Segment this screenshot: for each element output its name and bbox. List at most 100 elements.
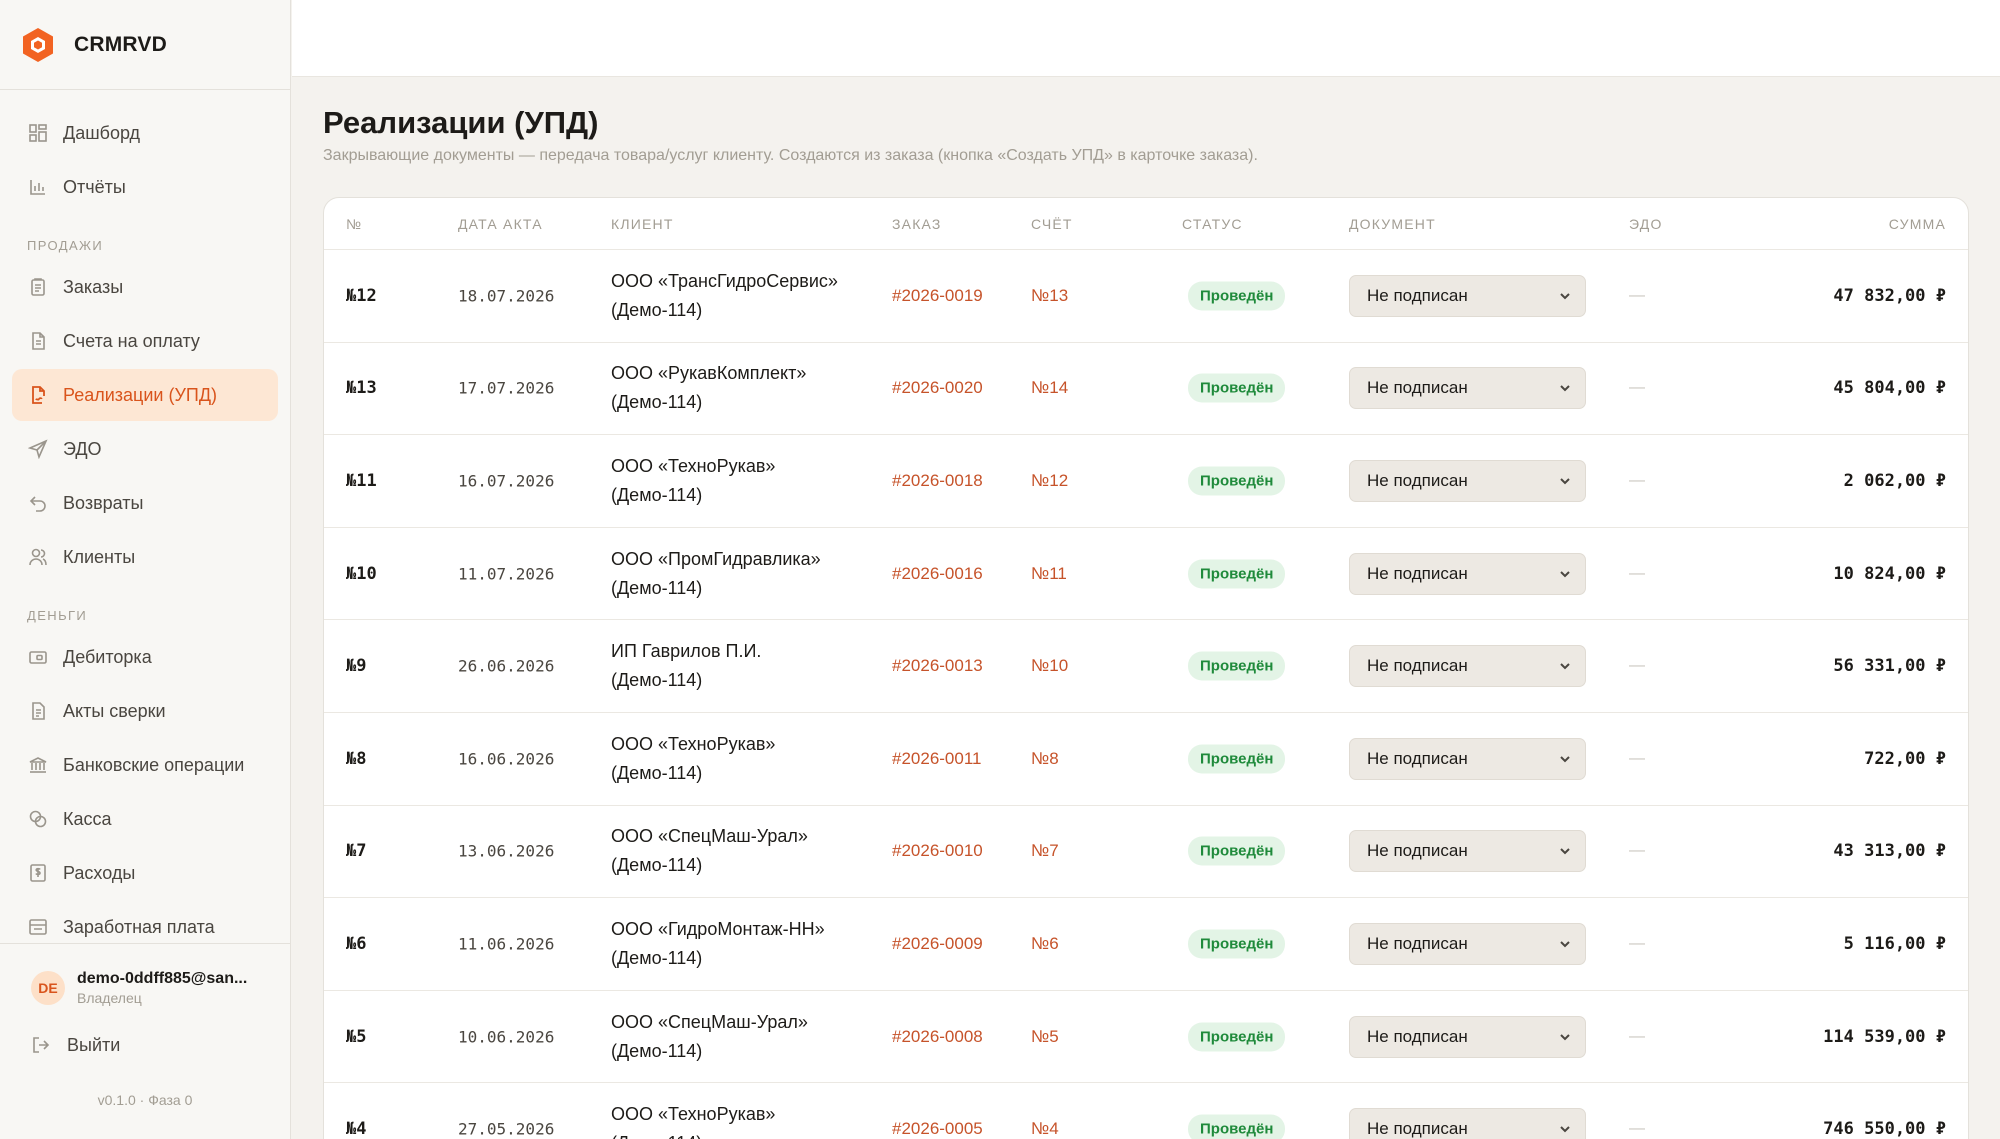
sidebar-item-dashboard[interactable]: Дашборд: [12, 107, 278, 159]
column-header-num[interactable]: №: [346, 216, 362, 232]
order-link[interactable]: #2026-0005: [892, 1119, 983, 1139]
document-status-select[interactable]: Не подписан: [1349, 737, 1586, 780]
document-status-select[interactable]: Не подписан: [1349, 367, 1586, 410]
column-header-sum[interactable]: СУММА: [1889, 216, 1946, 232]
sidebar-item-expenses[interactable]: Расходы: [12, 847, 278, 899]
brand[interactable]: CRMRVD: [0, 0, 290, 90]
status-badge: Проведён: [1188, 929, 1286, 959]
column-header-date[interactable]: ДАТА АКТА: [458, 216, 543, 232]
invoice-link[interactable]: №12: [1031, 471, 1068, 491]
order-link[interactable]: #2026-0009: [892, 934, 983, 954]
sidebar-item-upd[interactable]: Реализации (УПД): [12, 369, 278, 421]
client1-text: ООО «ГидроМонтаж-НН»: [611, 918, 825, 939]
sum-value: 45 804,00 ₽: [1833, 378, 1946, 399]
invoice-link[interactable]: №6: [1031, 934, 1059, 954]
sidebar-item-edo[interactable]: ЭДО: [12, 423, 278, 475]
table-row[interactable]: №8 16.06.2026 ООО «ТехноРукав» (Демо-114)…: [324, 713, 1968, 806]
column-header-invoice[interactable]: СЧЁТ: [1031, 216, 1073, 232]
sidebar: CRMRVD Дашборд Отчёты ПРОДАЖИ Заказы Сче…: [0, 0, 291, 1139]
column-header-edo[interactable]: ЭДО: [1629, 216, 1663, 232]
act-date: 11.07.2026: [458, 564, 555, 584]
table-row[interactable]: №5 10.06.2026 ООО «СпецМаш-Урал» (Демо-11…: [324, 991, 1968, 1084]
client-name: ООО «ПромГидравлика» (Демо-114): [611, 545, 821, 603]
invoice-link[interactable]: №14: [1031, 378, 1068, 398]
invoice-link[interactable]: №10: [1031, 656, 1068, 676]
sidebar-item-receivables[interactable]: Дебиторка: [12, 631, 278, 683]
column-header-status[interactable]: СТАТУС: [1182, 216, 1243, 232]
invoice-link[interactable]: №8: [1031, 749, 1059, 769]
sidebar-item-reconciliation[interactable]: Акты сверки: [12, 685, 278, 737]
invoice-link[interactable]: №13: [1031, 286, 1068, 306]
sidebar-item-returns[interactable]: Возвраты: [12, 477, 278, 529]
column-header-client[interactable]: КЛИЕНТ: [611, 216, 674, 232]
upd-number[interactable]: №11: [346, 471, 377, 491]
column-header-document[interactable]: ДОКУМЕНТ: [1349, 216, 1436, 232]
table-row[interactable]: №12 18.07.2026 ООО «ТрансГидроСервис» (Де…: [324, 250, 1968, 343]
sidebar-item-orders[interactable]: Заказы: [12, 261, 278, 313]
chevron-down-icon: [1560, 756, 1570, 763]
table-row[interactable]: №10 11.07.2026 ООО «ПромГидравлика» (Демо…: [324, 528, 1968, 621]
table-row[interactable]: №6 11.06.2026 ООО «ГидроМонтаж-НН» (Демо-…: [324, 898, 1968, 991]
status-badge: Проведён: [1188, 281, 1286, 311]
upd-number[interactable]: №12: [346, 286, 377, 306]
sidebar-item-bank[interactable]: Банковские операции: [12, 739, 278, 791]
document-status-value: Не подписан: [1367, 1026, 1468, 1046]
sidebar-item-clients[interactable]: Клиенты: [12, 531, 278, 583]
upd-number[interactable]: №8: [346, 749, 366, 769]
order-link[interactable]: #2026-0008: [892, 1027, 983, 1047]
column-header-order[interactable]: ЗАКАЗ: [892, 216, 942, 232]
main-content: Реализации (УПД) Закрывающие документы —…: [292, 77, 2000, 1139]
status-badge: Проведён: [1188, 373, 1286, 403]
document-status-value: Не подписан: [1367, 933, 1468, 953]
table-row[interactable]: №7 13.06.2026 ООО «СпецМаш-Урал» (Демо-11…: [324, 806, 1968, 899]
upd-number[interactable]: №10: [346, 564, 377, 584]
upd-number[interactable]: №13: [346, 378, 377, 398]
status-badge: Проведён: [1188, 1114, 1286, 1139]
chevron-down-icon: [1560, 1126, 1570, 1133]
invoice-link[interactable]: №11: [1031, 564, 1067, 584]
document-status-select[interactable]: Не подписан: [1349, 552, 1586, 595]
order-link[interactable]: #2026-0010: [892, 841, 983, 861]
document-status-select[interactable]: Не подписан: [1349, 922, 1586, 965]
sidebar-item-reports[interactable]: Отчёты: [12, 161, 278, 213]
document-status-select[interactable]: Не подписан: [1349, 274, 1586, 317]
upd-number[interactable]: №6: [346, 934, 366, 954]
client1-text: ООО «ПромГидравлика»: [611, 548, 821, 569]
document-status-select[interactable]: Не подписан: [1349, 1015, 1586, 1058]
status-text: Проведён: [1188, 1114, 1286, 1139]
invoice-link[interactable]: №7: [1031, 841, 1059, 861]
upd-number[interactable]: №4: [346, 1119, 366, 1139]
sidebar-nav: Дашборд Отчёты ПРОДАЖИ Заказы Счета на о…: [0, 90, 290, 953]
user-profile[interactable]: DE demo-0ddff885@san... Владелец: [0, 944, 290, 1006]
invoice-link[interactable]: №5: [1031, 1027, 1059, 1047]
invoice-link[interactable]: №4: [1031, 1119, 1059, 1139]
logout-button[interactable]: Выйти: [0, 1006, 290, 1056]
logout-label: Выйти: [67, 1034, 121, 1055]
order-link[interactable]: #2026-0020: [892, 378, 983, 398]
table-row[interactable]: №4 27.05.2026 ООО «ТехноРукав» (Демо-114)…: [324, 1083, 1968, 1139]
document-status-select[interactable]: Не подписан: [1349, 459, 1586, 502]
table-row[interactable]: №13 17.07.2026 ООО «РукавКомплект» (Демо-…: [324, 343, 1968, 436]
upd-table: № ДАТА АКТА КЛИЕНТ ЗАКАЗ СЧЁТ СТАТУС ДОК…: [323, 197, 1969, 1139]
document-status-value: Не подписан: [1367, 1119, 1468, 1139]
sidebar-item-label: Расходы: [63, 862, 136, 883]
table-row[interactable]: №11 16.07.2026 ООО «ТехноРукав» (Демо-114…: [324, 435, 1968, 528]
client2-text: (Демо-114): [611, 392, 703, 413]
upd-number[interactable]: №9: [346, 656, 366, 676]
order-link[interactable]: #2026-0013: [892, 656, 983, 676]
order-link[interactable]: #2026-0019: [892, 286, 983, 306]
sidebar-item-invoices[interactable]: Счета на оплату: [12, 315, 278, 367]
page-subtitle: Закрывающие документы — передача товара/…: [323, 147, 1258, 164]
document-status-select[interactable]: Не подписан: [1349, 1108, 1586, 1139]
status-text: Проведён: [1188, 559, 1286, 589]
upd-number[interactable]: №5: [346, 1027, 366, 1047]
order-link[interactable]: #2026-0018: [892, 471, 983, 491]
edo-value: —: [1629, 1120, 1645, 1138]
upd-number[interactable]: №7: [346, 841, 366, 861]
document-status-select[interactable]: Не подписан: [1349, 830, 1586, 873]
document-status-select[interactable]: Не подписан: [1349, 645, 1586, 688]
order-link[interactable]: #2026-0016: [892, 564, 983, 584]
order-link[interactable]: #2026-0011: [892, 749, 982, 769]
table-row[interactable]: №9 26.06.2026 ИП Гаврилов П.И. (Демо-114)…: [324, 620, 1968, 713]
sidebar-item-cash[interactable]: Касса: [12, 793, 278, 845]
